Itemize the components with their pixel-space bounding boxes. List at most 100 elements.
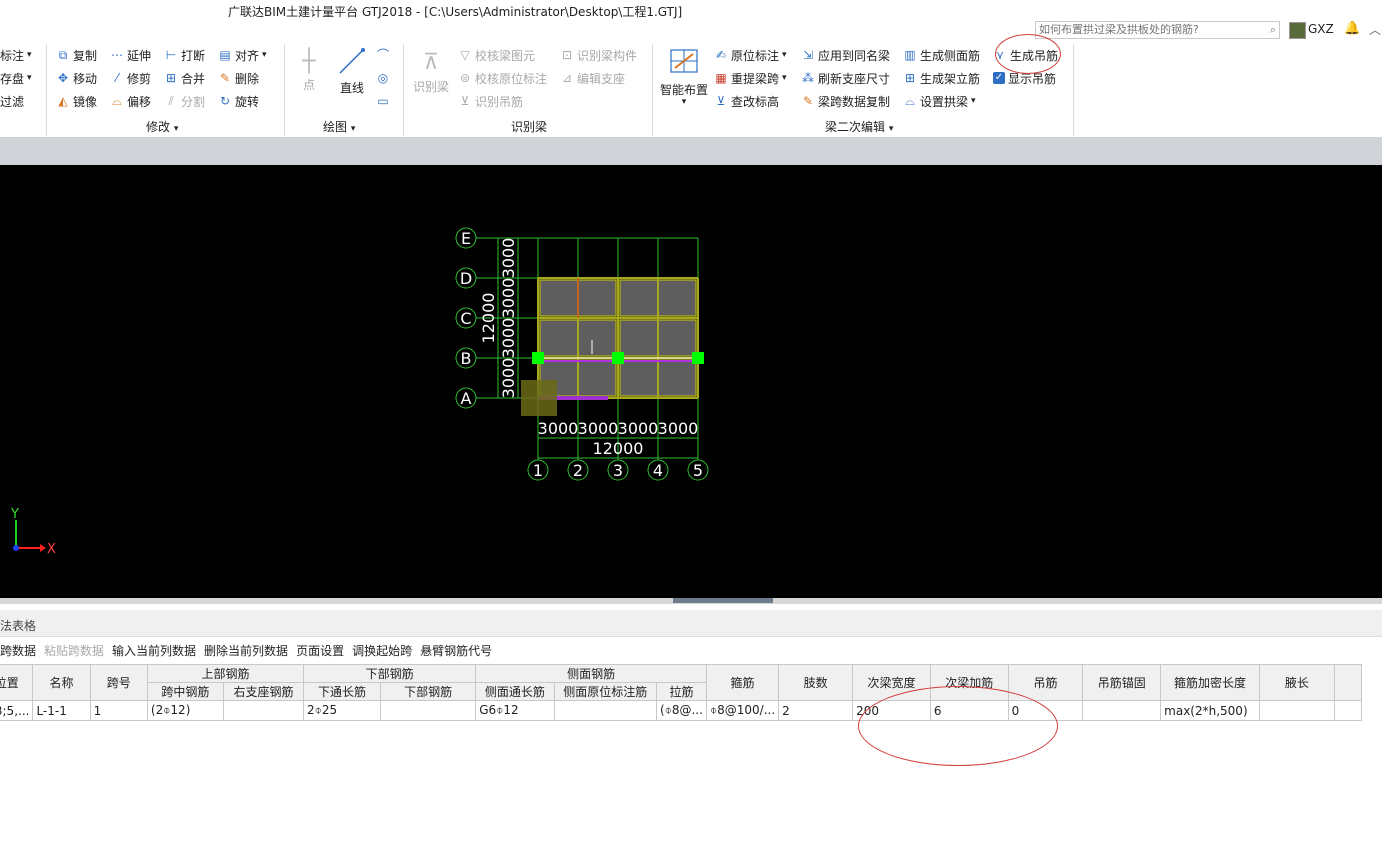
chevron-up-icon[interactable]: ︿	[1369, 21, 1381, 38]
copy-button[interactable]: ⧉ 复制	[56, 46, 97, 64]
apply-same-name-button[interactable]: ⇲ 应用到同名梁	[801, 46, 890, 64]
search-icon[interactable]: ⌕	[1270, 23, 1276, 37]
check-elevation-button[interactable]: ⊻ 查改标高	[714, 92, 779, 110]
cell-tie-bars[interactable]: (⌽8@...	[655, 700, 707, 721]
cantilever-code-link[interactable]: 悬臂钢筋代号	[420, 642, 492, 660]
cell-span[interactable]: 1	[89, 700, 148, 721]
recognize-beam-button[interactable]: ⊼ 识别梁	[410, 48, 452, 95]
rotate-button[interactable]: ↻ 旋转	[218, 92, 259, 110]
col-header-hanger-anchor[interactable]: 吊筋锚固	[1082, 664, 1162, 701]
merge-button[interactable]: ⊞ 合并	[164, 69, 205, 87]
rectangle-icon: ▭	[377, 94, 389, 108]
delete-column-data-link[interactable]: 删除当前列数据	[204, 642, 288, 660]
rectangle-button[interactable]: ▭	[376, 92, 390, 110]
arc-button[interactable]: ⌒	[376, 46, 390, 64]
cell-hanger-anchor[interactable]	[1082, 700, 1162, 721]
col-header-bottom-bars[interactable]: 下部钢筋	[379, 682, 477, 701]
col-header-side-continuous[interactable]: 侧面通长筋	[475, 682, 555, 701]
splitter-handle[interactable]	[673, 598, 773, 603]
col-header-bottom-continuous[interactable]: 下通长筋	[303, 682, 381, 701]
col-header-densify-length[interactable]: 箍筋加密长度	[1160, 664, 1260, 701]
col-header-side-annotation[interactable]: 侧面原位标注筋	[553, 682, 657, 701]
avatar[interactable]	[1289, 22, 1306, 39]
point-button[interactable]: ┼ 点	[292, 48, 326, 93]
col-header-span[interactable]: 跨号	[89, 664, 148, 701]
bell-icon[interactable]: 🔔	[1344, 21, 1360, 36]
generate-erection-bars-button[interactable]: ⊞ 生成架立筋	[903, 69, 980, 87]
col-header-stirrup[interactable]: 箍筋	[705, 664, 780, 701]
re-span-button[interactable]: ▦ 重提梁跨 ▾	[714, 69, 786, 87]
table-row[interactable]: 3;5,... L-1-1 1 (2⌽12) 2⌽25 G6⌽12 (⌽8@..…	[0, 700, 1363, 721]
smart-layout-button[interactable]: 智能布置 ▾	[658, 46, 710, 107]
refresh-support-button[interactable]: ⁂ 刷新支座尺寸	[801, 69, 890, 87]
align-button[interactable]: ▤ 对齐 ▾	[218, 46, 266, 64]
paste-span-data-link[interactable]: 粘贴跨数据	[44, 642, 104, 660]
ribbon-mark-button[interactable]: 标注 ▾	[0, 46, 32, 64]
cell-side-annotation[interactable]	[553, 700, 657, 721]
recognize-component-button[interactable]: ⊡ 识别梁构件	[560, 46, 637, 64]
col-header-position[interactable]: 位置	[0, 664, 34, 701]
col-header-right-support[interactable]: 右支座钢筋	[222, 682, 305, 701]
mirror-button[interactable]: ◭ 镜像	[56, 92, 97, 110]
check-annotation-button[interactable]: ⊜ 校核原位标注	[458, 69, 547, 87]
cell-stirrup[interactable]: ⌽8@100/...	[705, 700, 780, 721]
y-axis-label: Y	[10, 507, 19, 522]
group-label-secondary[interactable]: 梁二次编辑 ▾	[825, 118, 893, 135]
circle-button[interactable]: ◎	[376, 69, 390, 87]
offset-button[interactable]: ⌓ 偏移	[110, 92, 151, 110]
cell-haunch[interactable]	[1258, 700, 1335, 721]
cell-side-continuous[interactable]: G6⌽12	[475, 700, 555, 721]
group-label-draw[interactable]: 绘图 ▾	[323, 118, 355, 135]
trim-button[interactable]: ⁄ 修剪	[110, 69, 151, 87]
dimension-text: 3000	[499, 238, 518, 279]
edit-support-button[interactable]: ⊿ 编辑支座	[560, 69, 625, 87]
copy-span-data-icon: ✎	[802, 94, 814, 108]
offset-icon: ⌓	[112, 94, 122, 108]
user-name[interactable]: GXZ	[1308, 22, 1334, 36]
input-column-data-link[interactable]: 输入当前列数据	[112, 642, 196, 660]
axis-label-col: 2	[573, 461, 583, 480]
ribbon-save-button[interactable]: 存盘 ▾	[0, 69, 32, 87]
col-header-name[interactable]: 名称	[32, 664, 91, 701]
generate-side-bars-button[interactable]: ▥ 生成侧面筋	[903, 46, 980, 64]
cell-mid-bars[interactable]: (2⌽12)	[146, 700, 224, 721]
line-button[interactable]: 直线	[334, 46, 370, 96]
copy-span-data-link[interactable]: 跨数据	[0, 642, 36, 660]
col-header-mid-bars[interactable]: 跨中钢筋	[146, 682, 224, 701]
check-elevation-label: 查改标高	[731, 94, 780, 109]
cad-drawing[interactable]: EDCBA1 2 3 4 5300030003000300030003000300030…	[0, 165, 1382, 598]
group-label-modify[interactable]: 修改 ▾	[146, 118, 178, 135]
split-button[interactable]: ⫽ 分割	[164, 92, 205, 110]
ribbon-filter-button[interactable]: 过滤	[0, 92, 24, 110]
cell-position[interactable]: 3;5,...	[0, 700, 34, 721]
delete-button[interactable]: ✎ 删除	[218, 69, 259, 87]
cell-name[interactable]: L-1-1	[32, 700, 91, 721]
break-button[interactable]: ⊢ 打断	[164, 46, 205, 64]
cell-densify-length[interactable]: max(2*h,500)	[1160, 700, 1260, 721]
generate-erection-bars-label: 生成架立筋	[920, 71, 981, 86]
cell-legs[interactable]: 2	[778, 700, 854, 721]
merge-icon: ⊞	[165, 71, 177, 85]
cell-right-support[interactable]	[222, 700, 305, 721]
grip-handle	[532, 352, 544, 364]
recognize-hanger-button[interactable]: ⊻ 识别吊筋	[458, 92, 523, 110]
drawing-canvas[interactable]: E D C B A 1 2 3 4 5 3000 3000 3000 3000 3000 3000 3000 30…	[0, 165, 1382, 598]
help-search-box[interactable]: ⌕	[1035, 21, 1280, 39]
move-button[interactable]: ✥ 移动	[56, 69, 97, 87]
cell-bottom-continuous[interactable]: 2⌽25	[303, 700, 381, 721]
align-icon: ▤	[219, 48, 231, 62]
cell-bottom-bars[interactable]	[379, 700, 477, 721]
copy-span-data-button[interactable]: ✎ 梁跨数据复制	[801, 92, 890, 110]
search-input[interactable]	[1036, 22, 1259, 37]
check-beam-button[interactable]: ▽ 校核梁图元	[458, 46, 535, 64]
move-label: 移动	[73, 71, 98, 86]
ribbon: 标注 ▾ 存盘 ▾ 过滤 ⧉ 复制 ⋯ 延伸 ⊢ 打断 ▤ 对齐 ▾ ✥ 移动 ⁄ 修剪 ⊞ 合并 …	[0, 40, 1382, 138]
swap-start-span-link[interactable]: 调换起始跨	[352, 642, 412, 660]
col-header-tie-bars[interactable]: 拉筋	[655, 682, 707, 701]
set-arch-beam-button[interactable]: ⌓ 设置拱梁 ▾	[903, 92, 975, 110]
extend-button[interactable]: ⋯ 延伸	[110, 46, 151, 64]
in-situ-annotation-button[interactable]: ✍ 原位标注 ▾	[714, 46, 787, 64]
col-header-haunch[interactable]: 腋长	[1258, 664, 1335, 701]
page-setup-link[interactable]: 页面设置	[296, 642, 344, 660]
col-header-legs[interactable]: 肢数	[778, 664, 854, 701]
